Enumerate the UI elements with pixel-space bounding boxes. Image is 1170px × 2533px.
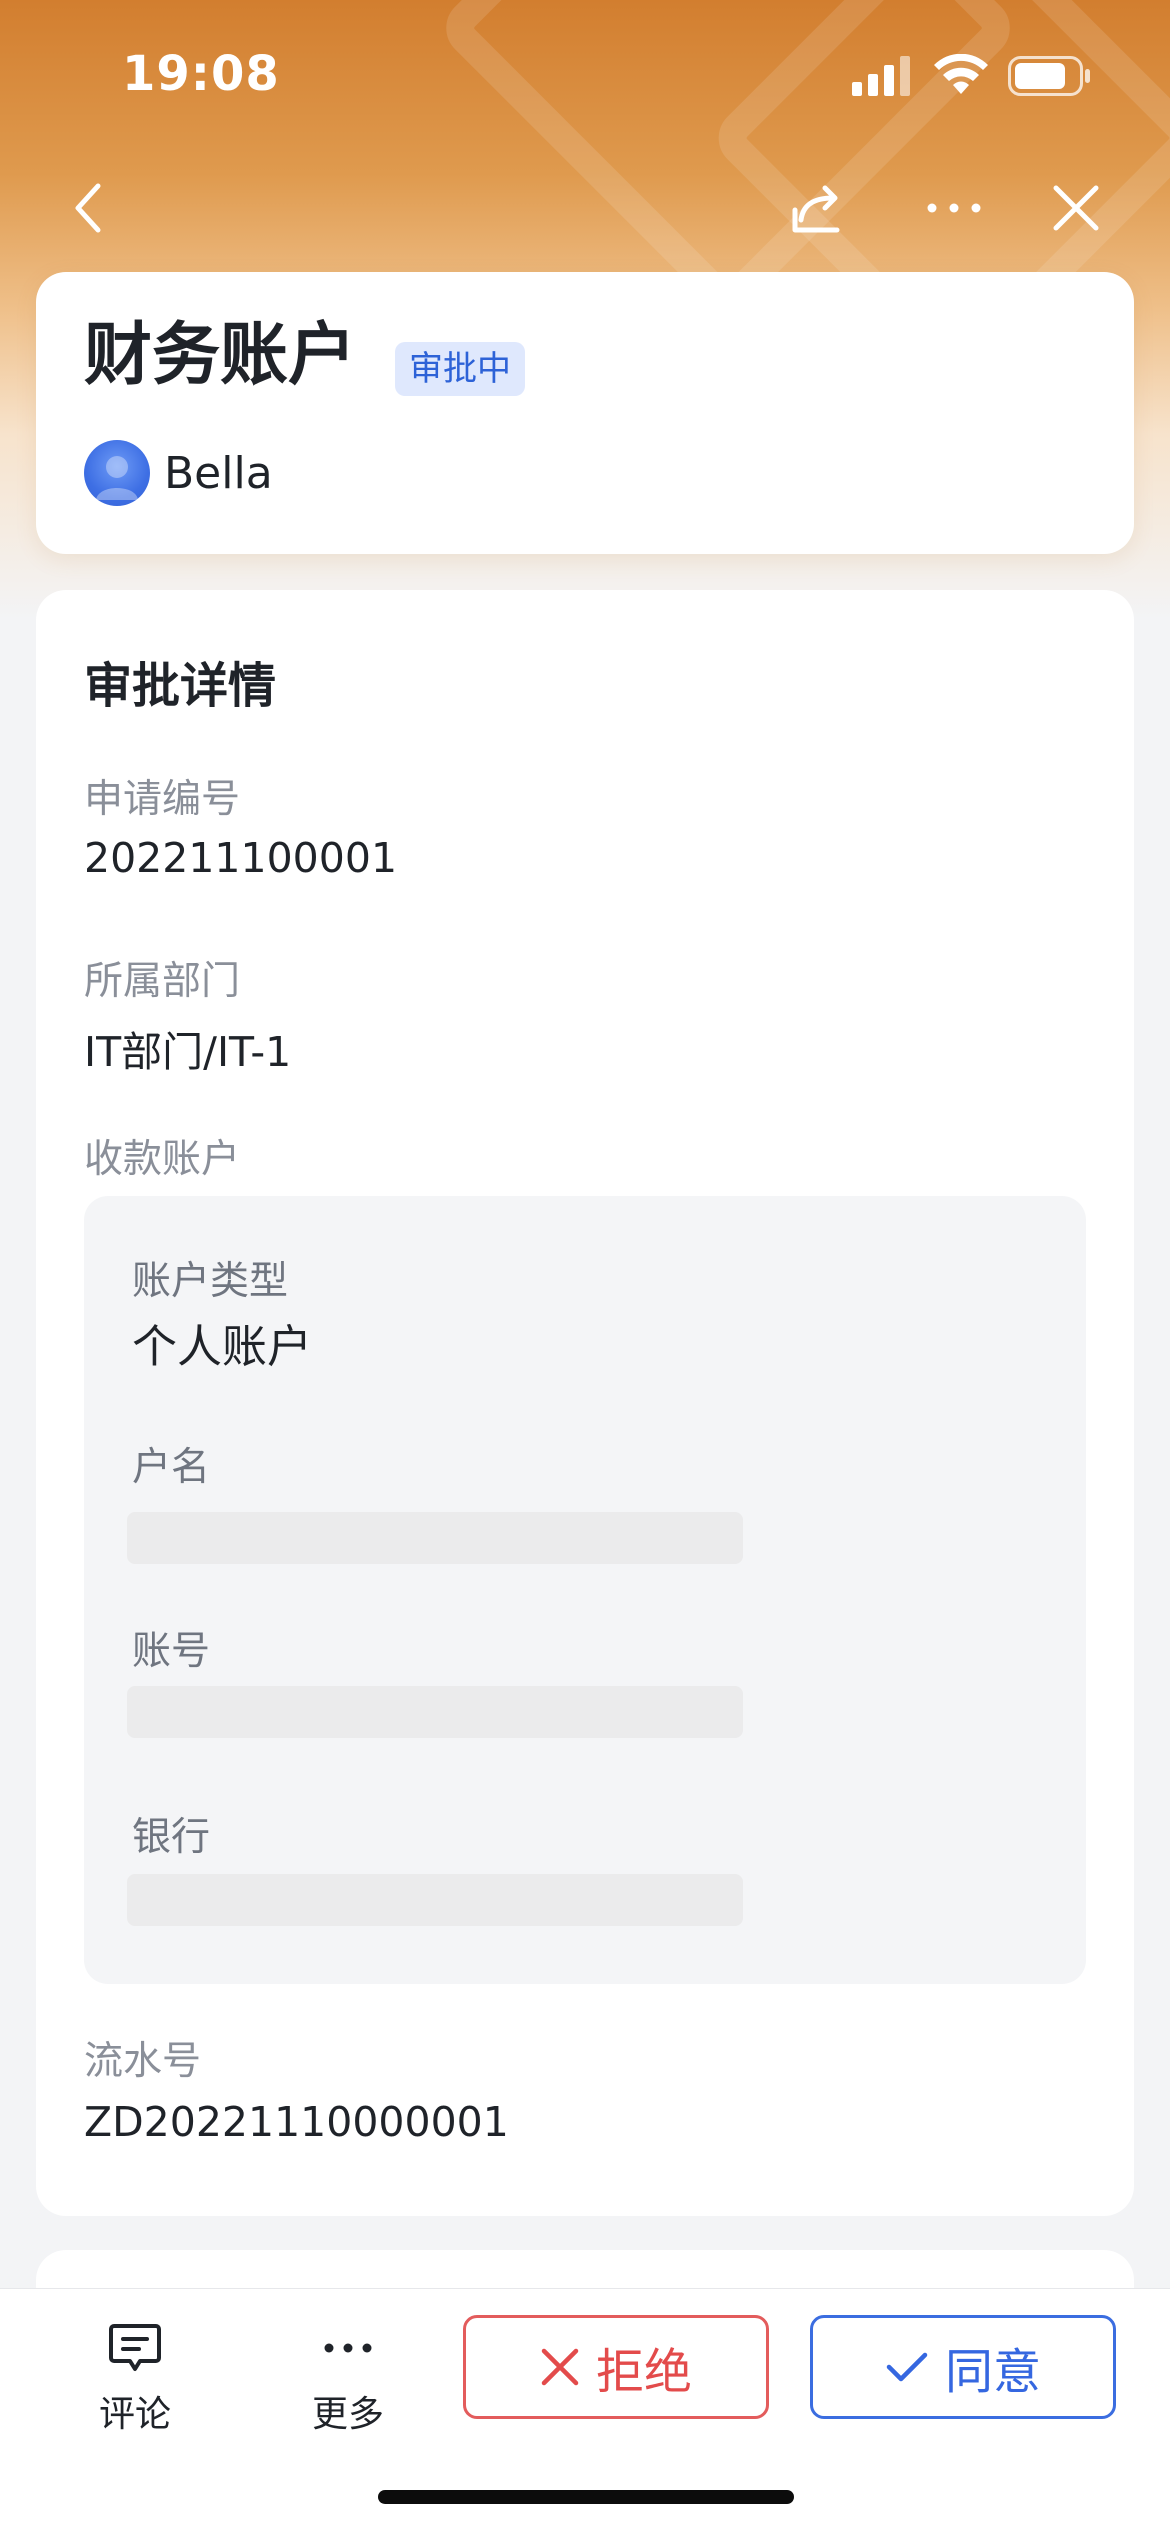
avatar[interactable]: [84, 440, 150, 506]
account-number-label: 账号: [132, 1629, 211, 1674]
more-horizontal-icon: [927, 203, 981, 213]
page-title: 财务账户: [84, 316, 357, 395]
account-name-label: 户名: [132, 1445, 211, 1490]
cellular-signal-icon: [852, 56, 910, 96]
approve-button[interactable]: 同意: [810, 2315, 1116, 2419]
department-label: 所属部门: [84, 959, 241, 1004]
share-icon: [792, 185, 840, 233]
section-title: 审批详情: [84, 658, 277, 714]
close-icon: [1053, 185, 1099, 231]
approval-details-card: 审批详情 申请编号 202211100001 所属部门 IT部门/IT-1 收款…: [36, 590, 1134, 2216]
payee-account-panel: 账户类型 个人账户 户名 账号 银行: [84, 1196, 1086, 1984]
wifi-icon: [934, 54, 988, 94]
reject-button[interactable]: 拒绝: [463, 2315, 769, 2419]
applicant-name[interactable]: Bella: [164, 448, 273, 499]
home-indicator[interactable]: [378, 2490, 794, 2504]
reject-label: 拒绝: [595, 2344, 692, 2400]
department-value: IT部门/IT-1: [84, 1028, 292, 1076]
application-no-label: 申请编号: [84, 777, 241, 822]
more-actions-button[interactable]: 更多: [278, 2317, 418, 2447]
bank-redacted: [127, 1874, 743, 1926]
account-name-redacted: [127, 1512, 743, 1564]
back-button[interactable]: [56, 176, 120, 240]
account-number-redacted: [127, 1686, 743, 1738]
more-horizontal-icon: [324, 2343, 372, 2353]
battery-icon: [1008, 56, 1090, 96]
serial-no-value: ZD20221110000001: [84, 2098, 509, 2146]
application-no-value: 202211100001: [84, 834, 398, 882]
close-icon: [541, 2348, 579, 2386]
status-time: 19:08: [122, 46, 280, 102]
close-button[interactable]: [1044, 176, 1108, 240]
approval-header-card: 财务账户 审批中 Bella: [36, 272, 1134, 554]
status-badge: 审批中: [395, 342, 525, 396]
share-button[interactable]: [785, 176, 849, 240]
check-icon: [886, 2352, 928, 2382]
more-button[interactable]: [922, 176, 986, 240]
serial-no-label: 流水号: [84, 2039, 202, 2084]
account-type-label: 账户类型: [132, 1259, 289, 1304]
more-label: 更多: [311, 2394, 384, 2435]
bank-label: 银行: [132, 1815, 211, 1860]
comment-button[interactable]: 评论: [65, 2317, 205, 2447]
chevron-left-icon: [75, 183, 101, 233]
account-type-value: 个人账户: [132, 1320, 313, 1373]
user-icon: [96, 456, 138, 500]
status-bar: 19:08: [0, 0, 1170, 150]
payee-account-label: 收款账户: [84, 1137, 241, 1182]
comment-icon: [109, 2324, 161, 2371]
comment-label: 评论: [98, 2394, 171, 2435]
approve-label: 同意: [944, 2344, 1041, 2400]
